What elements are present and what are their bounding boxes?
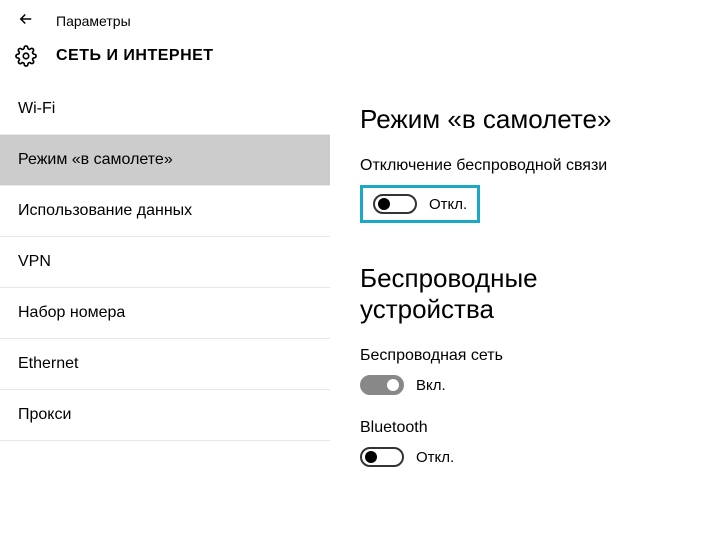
sidebar-item-ethernet[interactable]: Ethernet (0, 339, 330, 390)
sidebar-item-airplane-mode[interactable]: Режим «в самолете» (0, 135, 330, 186)
toggle-knob (387, 379, 399, 391)
airplane-toggle-label: Отключение беспроводной связи (360, 157, 675, 175)
sidebar-item-label: Ethernet (18, 355, 78, 372)
bluetooth-toggle-label: Bluetooth (360, 419, 675, 437)
sidebar-item-label: VPN (18, 253, 51, 270)
sidebar: Wi-Fi Режим «в самолете» Использование д… (0, 84, 330, 552)
content-area: Wi-Fi Режим «в самолете» Использование д… (0, 84, 705, 552)
airplane-toggle-state: Откл. (429, 196, 467, 213)
sidebar-item-proxy[interactable]: Прокси (0, 390, 330, 441)
page-title: СЕТЬ И ИНТЕРНЕТ (56, 47, 214, 65)
sidebar-item-dialup[interactable]: Набор номера (0, 288, 330, 339)
wireless-network-toggle[interactable] (360, 375, 404, 395)
sidebar-item-label: Использование данных (18, 202, 192, 219)
sidebar-item-label: Прокси (18, 406, 71, 423)
main-panel: Режим «в самолете» Отключение беспроводн… (330, 84, 705, 552)
bluetooth-toggle-state: Откл. (416, 449, 454, 466)
toggle-knob (365, 451, 377, 463)
toggle-knob (378, 198, 390, 210)
back-button[interactable] (14, 10, 38, 32)
highlight-annotation: Откл. (360, 185, 480, 223)
wireless-toggle-row: Вкл. (360, 375, 675, 395)
sidebar-item-label: Wi-Fi (18, 100, 55, 117)
header-label: Параметры (56, 13, 131, 29)
main-heading-airplane: Режим «в самолете» (360, 104, 675, 135)
sidebar-item-label: Режим «в самолете» (18, 151, 173, 168)
sidebar-item-wifi[interactable]: Wi-Fi (0, 84, 330, 135)
main-heading-wireless-devices: Беспроводные устройства (360, 263, 675, 325)
sidebar-item-data-usage[interactable]: Использование данных (0, 186, 330, 237)
wireless-toggle-state: Вкл. (416, 377, 446, 394)
sidebar-item-vpn[interactable]: VPN (0, 237, 330, 288)
bluetooth-toggle-row: Откл. (360, 447, 675, 467)
header-top: Параметры (0, 0, 705, 38)
gear-icon (14, 44, 38, 68)
wireless-toggle-label: Беспроводная сеть (360, 347, 675, 365)
sidebar-item-label: Набор номера (18, 304, 125, 321)
airplane-mode-toggle[interactable] (373, 194, 417, 214)
bluetooth-toggle[interactable] (360, 447, 404, 467)
header-title-row: СЕТЬ И ИНТЕРНЕТ (0, 38, 705, 84)
